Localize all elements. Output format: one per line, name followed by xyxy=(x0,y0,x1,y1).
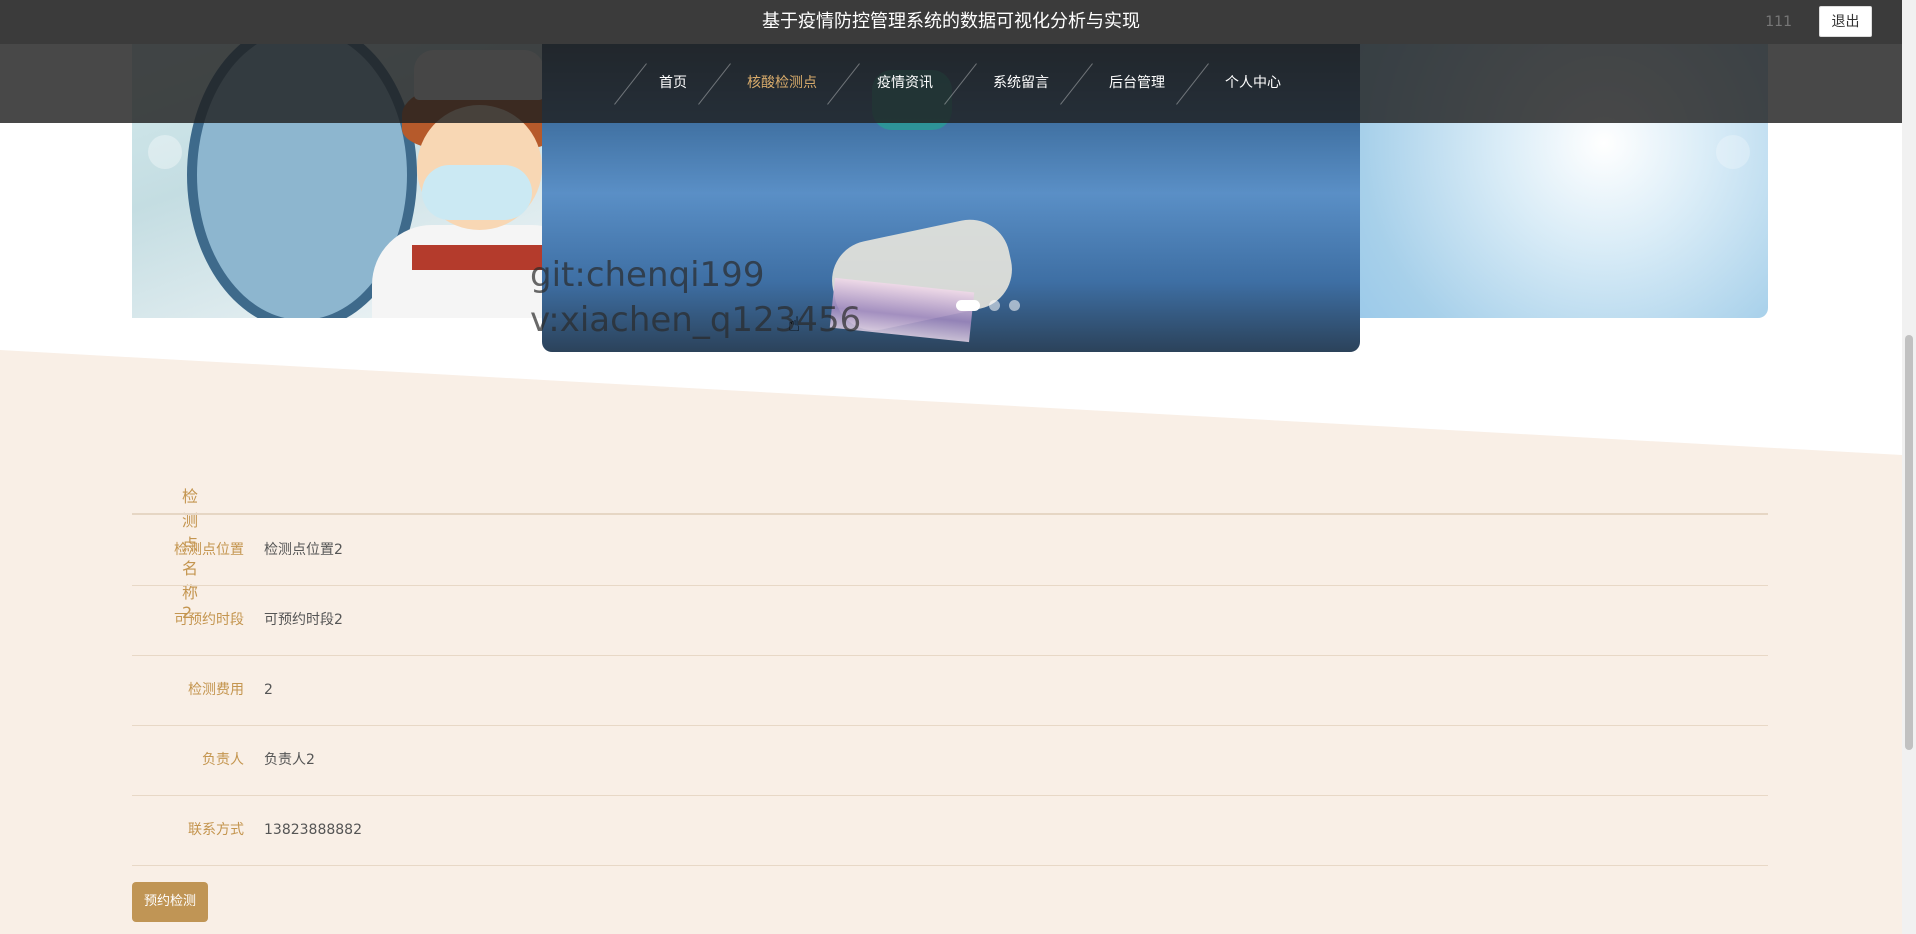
row-value: 检测点位置2 xyxy=(264,542,343,558)
nav-item-admin[interactable]: 后台管理 xyxy=(1109,44,1165,123)
row-value: 2 xyxy=(264,682,273,698)
watermark-line-1: git:chenqi199 xyxy=(530,255,765,295)
row-label: 检测点位置 xyxy=(174,542,244,558)
book-test-button[interactable]: 预约检测 xyxy=(132,882,208,922)
nav-item-messages[interactable]: 系统留言 xyxy=(993,44,1049,123)
nav-item-news[interactable]: 疫情资讯 xyxy=(877,44,933,123)
detail-row-contact: 联系方式 13823888882 xyxy=(132,795,1768,866)
scrollbar-thumb[interactable] xyxy=(1905,335,1913,750)
main-nav: 首页 核酸检测点 疫情资讯 系统留言 后台管理 个人中心 xyxy=(0,44,1902,123)
nav-item-profile[interactable]: 个人中心 xyxy=(1225,44,1281,123)
top-bar: 基于疫情防控管理系统的数据可视化分析与实现 111 退出 xyxy=(0,0,1902,44)
nav-separator xyxy=(1060,63,1093,105)
row-value: 负责人2 xyxy=(264,752,315,768)
carousel-dot-2[interactable] xyxy=(989,300,1000,311)
carousel-dot-1[interactable] xyxy=(956,300,980,311)
cartoon-collar-illustration xyxy=(412,245,542,270)
nav-separator xyxy=(1176,63,1209,105)
nav-separator xyxy=(827,63,860,105)
row-label: 联系方式 xyxy=(188,822,244,838)
nav-item-home[interactable]: 首页 xyxy=(659,44,687,123)
row-value: 可预约时段2 xyxy=(264,612,343,628)
logout-button[interactable]: 退出 xyxy=(1819,6,1872,37)
nav-separator xyxy=(944,63,977,105)
watermark-line-2: v:xiachen_q123456 xyxy=(530,300,862,340)
detail-row-manager: 负责人 负责人2 xyxy=(132,725,1768,796)
cartoon-coat-illustration xyxy=(372,225,542,318)
detail-row-location: 检测点位置 检测点位置2 xyxy=(132,515,1768,586)
cartoon-mask-illustration xyxy=(422,165,532,220)
detail-row-timeslot: 可预约时段 可预约时段2 xyxy=(132,585,1768,656)
site-title: 基于疫情防控管理系统的数据可视化分析与实现 xyxy=(762,11,1140,32)
nav-separator xyxy=(614,63,647,105)
page-scrollbar[interactable] xyxy=(1902,0,1916,934)
row-label: 负责人 xyxy=(202,752,244,768)
row-label: 可预约时段 xyxy=(174,612,244,628)
carousel-dot-3[interactable] xyxy=(1009,300,1020,311)
nav-separator xyxy=(698,63,731,105)
carousel-next-arrow[interactable] xyxy=(1716,135,1750,169)
carousel-prev-arrow[interactable] xyxy=(148,135,182,169)
row-label: 检测费用 xyxy=(188,682,244,698)
username-label: 111 xyxy=(1765,14,1792,30)
row-value: 13823888882 xyxy=(264,822,362,838)
nav-item-test-sites[interactable]: 核酸检测点 xyxy=(747,44,817,123)
hand-cursor-icon: ☝ xyxy=(788,312,801,336)
detail-row-fee: 检测费用 2 xyxy=(132,655,1768,726)
